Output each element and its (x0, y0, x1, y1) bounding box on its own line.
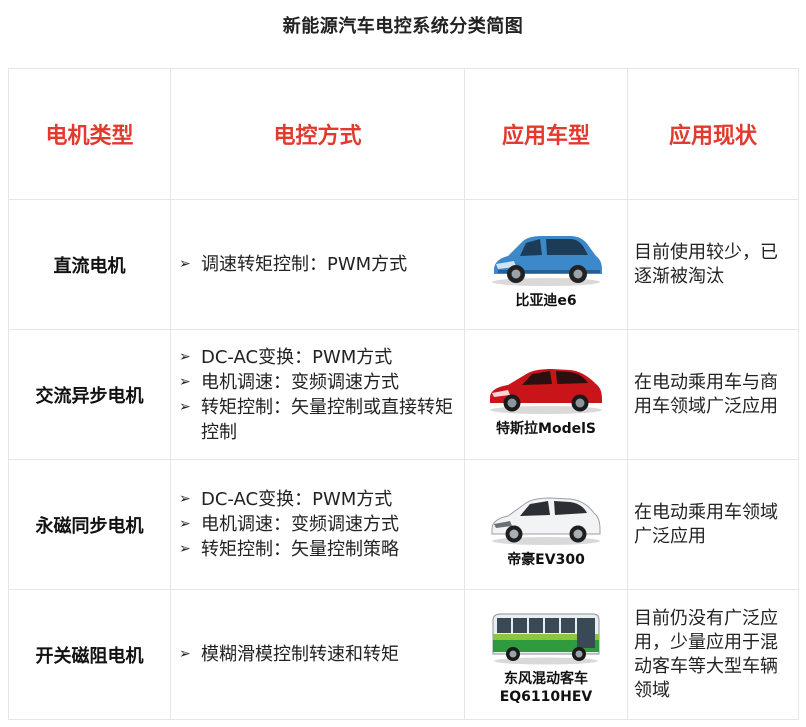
page-title: 新能源汽车电控系统分类简图 (282, 16, 524, 37)
arrow-bullet-icon: ➢ (179, 541, 191, 557)
method-text: 转矩控制：矢量控制或直接转矩控制 (201, 396, 453, 443)
vehicle-cell: 特斯拉ModelS (464, 329, 628, 460)
header-control-method: 电控方式 (170, 68, 465, 200)
arrow-bullet-icon: ➢ (179, 516, 191, 532)
application-status-cell: 目前使用较少，已逐渐被淘汰 (627, 199, 799, 330)
table-row: 永磁同步电机 ➢ DC-AC变换：PWM方式 ➢ 电机调速：变频调速方式 ➢ 转… (8, 459, 799, 590)
vehicle-name: 特斯拉ModelS (496, 421, 596, 437)
vehicle-model-code: EQ6110HEV (499, 689, 593, 705)
method-item: ➢ 电机调速：变频调速方式 (179, 370, 454, 395)
table-row: 交流异步电机 ➢ DC-AC变换：PWM方式 ➢ 电机调速：变频调速方式 ➢ 转… (8, 329, 799, 460)
classification-table: 电机类型 电控方式 应用车型 应用现状 直流电机 ➢ 调速转矩控制：PWM方式 (8, 68, 799, 720)
blue-hatchback-car-image (492, 236, 602, 286)
method-text: 模糊滑模控制转速和转矩 (201, 644, 399, 665)
control-method-cell: ➢ DC-AC变换：PWM方式 ➢ 电机调速：变频调速方式 ➢ 转矩控制：矢量控… (170, 459, 465, 590)
motor-type-cell: 永磁同步电机 (8, 459, 171, 590)
application-status-cell: 目前仍没有广泛应用，少量应用于混动客车等大型车辆领域 (627, 589, 799, 720)
application-status-cell: 在电动乘用车领域广泛应用 (627, 459, 799, 590)
method-text: 电机调速：变频调速方式 (201, 371, 399, 393)
motor-type-cell: 交流异步电机 (8, 329, 171, 460)
method-item: ➢ 调速转矩控制：PWM方式 (179, 252, 454, 277)
control-method-cell: ➢ 调速转矩控制：PWM方式 (170, 199, 465, 330)
vehicle-cell: 帝豪EV300 (464, 459, 628, 590)
motor-type-cell: 开关磁阻电机 (8, 589, 171, 720)
method-item: ➢ DC-AC变换：PWM方式 (179, 345, 454, 370)
arrow-bullet-icon: ➢ (179, 398, 191, 415)
method-text: 电机调速：变频调速方式 (201, 514, 399, 535)
method-item: ➢ 转矩控制：矢量控制或直接转矩控制 (179, 395, 454, 445)
method-item: ➢ DC-AC变换：PWM方式 (179, 487, 454, 512)
vehicle-name: 东风混动客车 (504, 671, 588, 687)
table-row: 开关磁阻电机 ➢ 模糊滑模控制转速和转矩 东风混动客车 EQ6110HEV 目前… (8, 589, 799, 720)
method-item: ➢ 转矩控制：矢量控制策略 (179, 537, 454, 562)
method-text: DC-AC变换：PWM方式 (201, 489, 393, 510)
header-vehicle-model: 应用车型 (464, 68, 628, 200)
arrow-bullet-icon: ➢ (179, 646, 191, 662)
vehicle-cell: 比亚迪e6 (464, 199, 628, 330)
green-city-bus-image (492, 613, 600, 665)
arrow-bullet-icon: ➢ (179, 256, 191, 272)
arrow-bullet-icon: ➢ (179, 373, 191, 390)
method-text: 转矩控制：矢量控制策略 (201, 539, 399, 560)
arrow-bullet-icon: ➢ (179, 348, 191, 365)
vehicle-name: 比亚迪e6 (515, 293, 577, 309)
header-application-status: 应用现状 (627, 68, 799, 200)
motor-type-cell: 直流电机 (8, 199, 171, 330)
method-item: ➢ 电机调速：变频调速方式 (179, 512, 454, 537)
method-item: ➢ 模糊滑模控制转速和转矩 (179, 642, 454, 667)
control-method-cell: ➢ 模糊滑模控制转速和转矩 (170, 589, 465, 720)
control-method-cell: ➢ DC-AC变换：PWM方式 ➢ 电机调速：变频调速方式 ➢ 转矩控制：矢量控… (170, 329, 465, 460)
vehicle-cell: 东风混动客车 EQ6110HEV (464, 589, 628, 720)
method-text: DC-AC变换：PWM方式 (201, 346, 393, 368)
red-sedan-car-image (490, 369, 602, 414)
method-text: 调速转矩控制：PWM方式 (201, 254, 408, 275)
application-status-cell: 在电动乘用车与商用车领域广泛应用 (627, 329, 799, 460)
vehicle-name: 帝豪EV300 (507, 552, 585, 568)
header-motor-type: 电机类型 (8, 68, 171, 200)
header-row: 电机类型 电控方式 应用车型 应用现状 (8, 68, 799, 200)
arrow-bullet-icon: ➢ (179, 491, 191, 507)
white-sedan-car-image (491, 497, 601, 545)
table-row: 直流电机 ➢ 调速转矩控制：PWM方式 比亚迪e6 目前使用较少，已逐渐被淘汰 (8, 199, 799, 330)
